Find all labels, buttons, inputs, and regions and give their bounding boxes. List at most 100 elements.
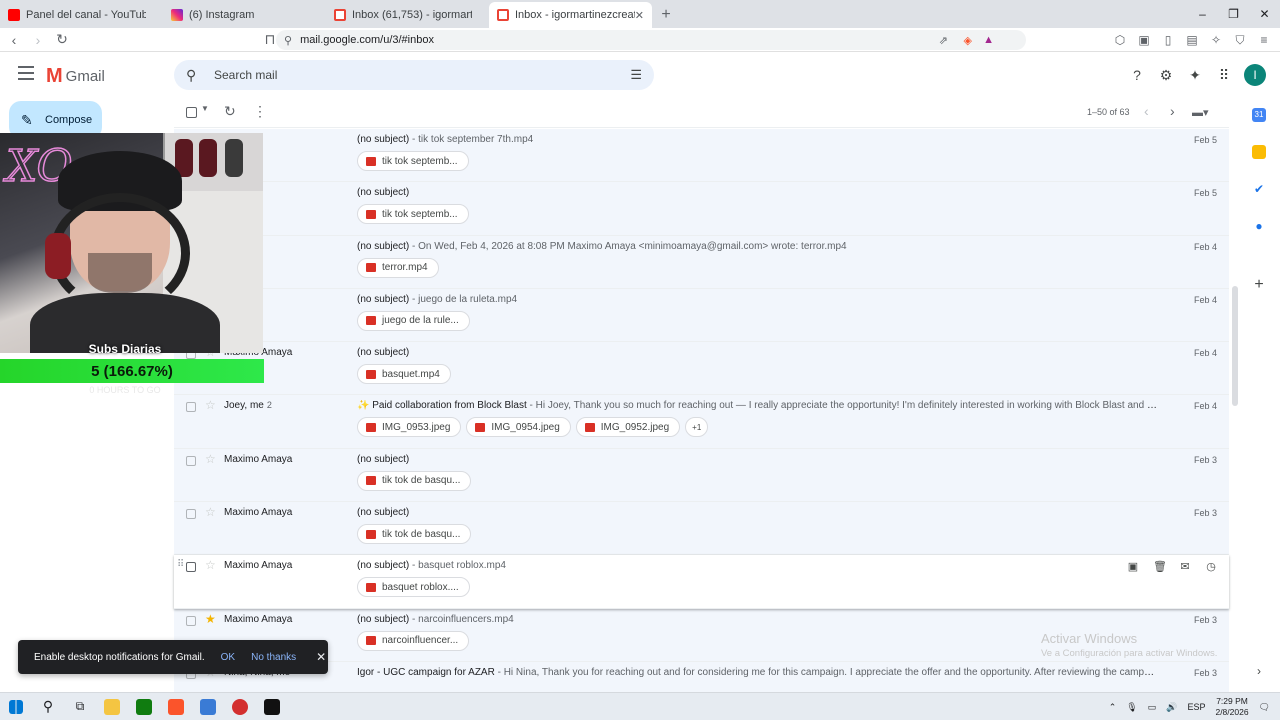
leo-ai-icon[interactable]: ✧ (1208, 32, 1224, 48)
taskbar-search-icon[interactable]: ⚲ (32, 693, 64, 720)
attachment-chip[interactable]: juego de la rule... (357, 310, 470, 331)
sidebar-icon[interactable]: ▯ (1160, 32, 1176, 48)
close-icon[interactable]: ✕ (316, 650, 326, 664)
new-tab-button[interactable]: + (652, 2, 680, 28)
back-icon[interactable]: ‹ (4, 32, 24, 48)
attachment-chip[interactable]: basquet roblox.... (357, 577, 470, 598)
language-indicator[interactable]: ESP (1187, 702, 1205, 712)
more-attachments-chip[interactable]: +1 (685, 417, 709, 438)
expand-panel-icon[interactable]: › (1252, 664, 1266, 678)
main-menu-icon[interactable] (18, 66, 34, 82)
account-avatar[interactable]: I (1244, 64, 1266, 86)
refresh-icon[interactable]: ↻ (224, 103, 236, 120)
row-checkbox[interactable] (186, 455, 196, 466)
attachment-chip[interactable]: tik tok de basqu... (357, 524, 472, 545)
browser-tab-instagram[interactable]: (6) Instagram (163, 2, 326, 28)
mark-unread-icon[interactable]: ✉ (1179, 560, 1191, 573)
attachment-chip[interactable]: tik tok de basqu... (357, 470, 472, 491)
forward-icon[interactable]: › (28, 32, 48, 48)
email-row[interactable]: ☆Amaya(no subject) - tik tok september 7… (174, 129, 1229, 183)
browser-tab-gmail-1[interactable]: Inbox (61,753) - igormartinez9866@ (326, 2, 489, 28)
wallet-icon[interactable]: ▤ (1184, 32, 1200, 48)
brave-browser-icon[interactable] (160, 693, 192, 720)
older-page-icon[interactable]: › (1170, 103, 1175, 119)
help-icon[interactable]: ? (1128, 66, 1146, 84)
browser-tab-youtube-studio[interactable]: Panel del canal - YouTube Studio (0, 2, 163, 28)
snooze-icon[interactable]: ◷ (1205, 560, 1217, 573)
site-info-icon[interactable]: ⚲ (284, 34, 292, 47)
star-icon[interactable]: ☆ (205, 558, 216, 572)
vpn-icon[interactable]: ⛉ (1232, 32, 1248, 48)
star-icon[interactable]: ☆ (205, 398, 216, 412)
contacts-icon[interactable]: ● (1252, 219, 1266, 233)
select-all-checkbox[interactable] (186, 107, 197, 118)
email-row[interactable]: ☆ Joey, me 2 ✨ Paid collaboration from Bloc… (174, 395, 1229, 449)
email-row[interactable]: ☆Amaya(no subject)Feb 5tik tok septemb..… (174, 182, 1229, 236)
email-row[interactable]: ☆ Maximo Amaya (no subject) Feb 3 tik tok de… (174, 448, 1229, 503)
file-explorer-icon[interactable] (96, 693, 128, 720)
snackbar-no-thanks-button[interactable]: No thanks (251, 652, 296, 663)
volume-icon[interactable]: 🔊 (1166, 702, 1177, 713)
drag-handle-icon[interactable]: ⠿ (177, 559, 184, 570)
attachment-chip[interactable]: basquet.mp4 (357, 364, 451, 385)
reload-icon[interactable]: ↻ (52, 31, 72, 48)
search-icon[interactable]: ⚲ (186, 67, 206, 84)
gemini-icon[interactable]: ✦ (1186, 66, 1204, 84)
clock[interactable]: 7:29 PM 2/8/2026 (1215, 696, 1248, 718)
more-options-icon[interactable]: ⋮ (253, 103, 267, 120)
minimize-button[interactable]: – (1187, 0, 1218, 28)
brave-shield-icon[interactable]: ◈ (964, 34, 972, 47)
tasks-icon[interactable]: ✔ (1252, 182, 1266, 196)
email-row[interactable]: ☆Amaya(no subject) - juego de la ruleta.… (174, 288, 1229, 343)
start-button[interactable] (0, 693, 32, 720)
menu-icon[interactable]: ≡ (1256, 32, 1272, 48)
close-window-button[interactable]: ✕ (1249, 0, 1280, 28)
search-options-icon[interactable]: ☰ (630, 67, 642, 83)
attachment-chip[interactable]: IMG_0952.jpeg (575, 417, 681, 438)
newer-page-icon[interactable]: ‹ (1144, 103, 1149, 119)
restore-button[interactable]: ❐ (1218, 0, 1249, 28)
capcut-icon[interactable] (256, 693, 288, 720)
extensions-icon[interactable]: ⬡ (1112, 32, 1128, 48)
browser-tab-gmail-active[interactable]: Inbox - igormartinezcreates@gm ✕ (489, 2, 652, 28)
attachment-chip[interactable]: IMG_0953.jpeg (357, 417, 462, 438)
star-icon[interactable]: ★ (205, 612, 216, 626)
keep-icon[interactable] (1252, 145, 1266, 159)
calendar-icon[interactable]: 31 (1252, 108, 1266, 122)
email-row[interactable]: ⠿ ☆ Maximo Amaya (no subject) - basquet rob… (174, 555, 1229, 609)
snackbar-ok-button[interactable]: OK (221, 652, 235, 663)
network-icon[interactable]: ▭ (1148, 702, 1157, 713)
attachment-chip[interactable]: tik tok septemb... (357, 151, 469, 171)
input-tools-icon[interactable]: ▬▾ (1192, 106, 1209, 119)
star-icon[interactable]: ☆ (205, 505, 216, 519)
gmail-logo[interactable]: M Gmail (46, 65, 105, 88)
email-row[interactable]: ☆Draft2(no subject) - On Wed, Feb 4, 202… (174, 235, 1229, 289)
brave-rewards-icon[interactable]: ▲ (983, 34, 994, 46)
screenshot-icon[interactable]: ▣ (1136, 32, 1152, 48)
close-tab-icon[interactable]: ✕ (635, 9, 644, 22)
attachment-chip[interactable]: narcoinfluencer... (357, 630, 470, 651)
settings-gear-icon[interactable]: ⚙ (1157, 66, 1175, 84)
add-addon-icon[interactable]: + (1252, 277, 1266, 293)
share-icon[interactable]: ⇗ (939, 34, 948, 47)
store-icon[interactable] (128, 693, 160, 720)
row-checkbox[interactable] (186, 402, 196, 413)
star-icon[interactable]: ☆ (205, 452, 216, 466)
row-checkbox[interactable] (186, 615, 196, 626)
tray-chevron-icon[interactable]: ⌃ (1109, 702, 1117, 713)
delete-icon[interactable]: 🗑 (1153, 560, 1167, 573)
microphone-icon[interactable]: 🎙 (1126, 702, 1137, 713)
archive-icon[interactable]: ▣ (1127, 560, 1139, 573)
email-row[interactable]: ☆ Maximo Amaya (no subject) Feb 3 tik tok de… (174, 502, 1229, 556)
select-dropdown-icon[interactable]: ▼ (201, 104, 209, 113)
attachment-chip[interactable]: tik tok septemb... (357, 204, 469, 225)
search-input[interactable]: ⚲ Search mail ☰ (174, 60, 654, 90)
apps-grid-icon[interactable]: ⠿ (1215, 66, 1233, 84)
address-bar[interactable]: ⚲ mail.google.com/u/3/#inbox ⇗ ◈ ▲ (276, 30, 1026, 50)
recorder-icon[interactable] (224, 693, 256, 720)
row-checkbox[interactable] (186, 562, 196, 573)
notifications-icon[interactable]: 🗨 (1259, 702, 1270, 713)
attachment-chip[interactable]: IMG_0954.jpeg (466, 417, 571, 438)
row-checkbox[interactable] (186, 509, 196, 520)
app-icon[interactable] (192, 693, 224, 720)
